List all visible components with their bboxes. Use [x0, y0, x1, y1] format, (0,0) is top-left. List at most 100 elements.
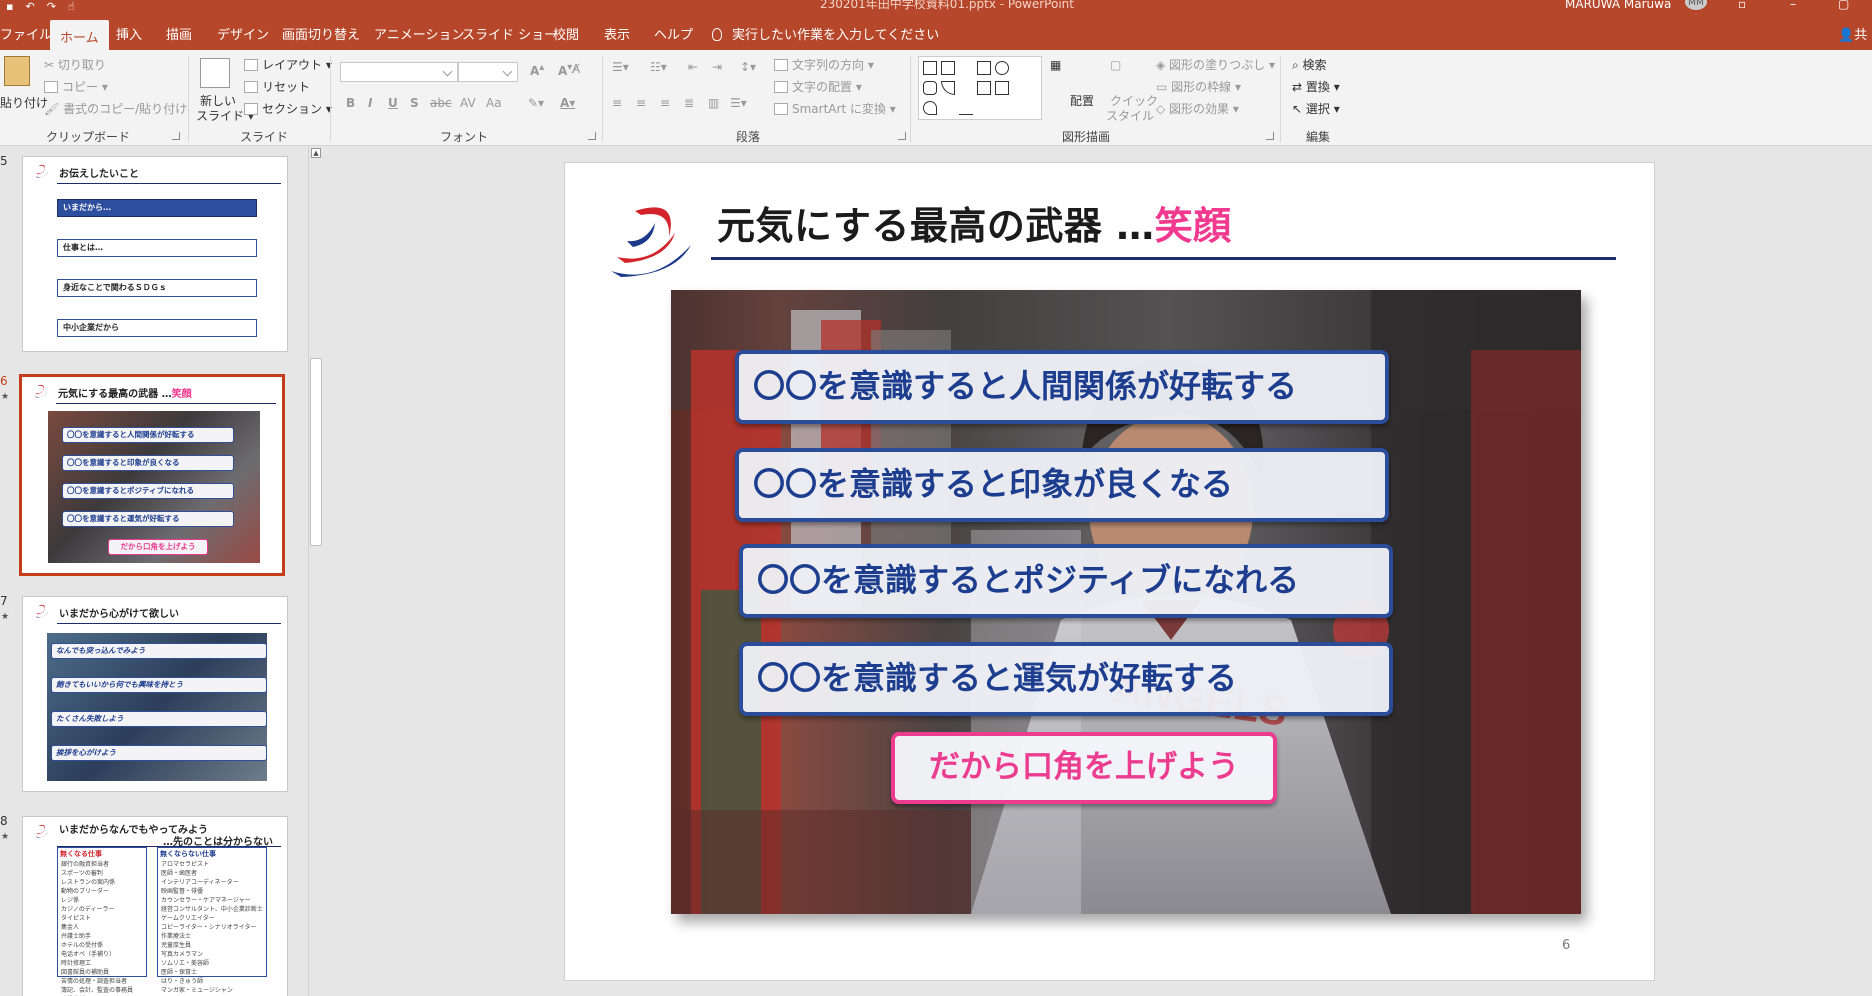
drawing-launcher-icon[interactable] [1266, 132, 1274, 140]
bold-button[interactable]: B [346, 96, 355, 110]
new-slide-icon[interactable] [200, 58, 230, 88]
columns-icon[interactable]: ▥ [708, 96, 719, 110]
cut-button[interactable]: ✂ 切り取り [44, 56, 106, 73]
find-button[interactable]: ⌕ 検索 [1292, 56, 1327, 73]
font-launcher-icon[interactable] [588, 132, 596, 140]
vertical-textbox-shape-icon[interactable] [941, 61, 955, 75]
paragraph-launcher-icon[interactable] [898, 132, 906, 140]
slide-title[interactable]: 元気にする最高の武器 …笑顔 [717, 195, 1232, 250]
format-painter-button[interactable]: 🖌 書式のコピー/貼り付け [44, 100, 187, 117]
triangle-shape-icon[interactable] [941, 81, 955, 95]
freeform-shape-icon[interactable] [923, 101, 937, 115]
slide-thumbnail-8[interactable]: いまだからなんでもやってみよう …先のことは分からない 無くなる仕事 銀行の融資… [22, 816, 288, 996]
align-left-icon[interactable]: ≡ [612, 96, 622, 110]
align-text-button[interactable]: 文字の配置 ▾ [774, 78, 862, 95]
arrow-down-shape-icon[interactable] [995, 81, 1009, 95]
reset-button[interactable]: リセット [244, 78, 310, 95]
text-direction-button[interactable]: 文字列の方向 ▾ [774, 56, 874, 73]
arrow-right-shape-icon[interactable] [977, 81, 991, 95]
shape-effects-button[interactable]: ◇ 図形の効果 ▾ [1156, 100, 1239, 117]
point-item-1[interactable]: 〇〇を意識すると人間関係が好転する [735, 350, 1389, 424]
oval-shape-icon[interactable] [995, 61, 1009, 75]
clipboard-launcher-icon[interactable] [172, 132, 180, 140]
tab-transitions[interactable]: 画面切り替え [282, 24, 360, 43]
bullets-icon[interactable]: ☰▾ [612, 60, 629, 74]
clear-format-icon[interactable]: A̸ [572, 62, 580, 76]
replace-button[interactable]: ⇄ 置換 ▾ [1292, 78, 1340, 95]
shadow-button[interactable]: S [410, 96, 419, 110]
avatar[interactable]: MM [1685, 0, 1707, 10]
slide-thumbnail-7[interactable]: いまだから心がけて欲しい なんでも突っ込んでみよう 飽きてもいいから何でも興味を… [22, 596, 288, 792]
quick-styles-label-2[interactable]: スタイル [1106, 107, 1154, 124]
thumbnail-scrollbar[interactable] [308, 146, 324, 996]
distributed-icon[interactable]: ☰▾ [730, 96, 747, 110]
change-case-button[interactable]: Aa [486, 96, 502, 110]
italic-button[interactable]: I [368, 96, 372, 110]
scroll-up-icon[interactable]: ▲ [311, 148, 321, 158]
conclusion-item[interactable]: だから口角を上げよう [891, 732, 1277, 804]
curve-shape-icon[interactable] [959, 101, 973, 115]
slide-thumbnail-5[interactable]: お伝えしたいこと いまだから… 仕事とは… 身近なことで関わるＳＤＧｓ 中小企業… [22, 156, 288, 352]
section-button[interactable]: セクション ▾ [244, 100, 332, 117]
tab-insert[interactable]: 挿入 [116, 24, 142, 43]
align-right-icon[interactable]: ≡ [660, 96, 670, 110]
tab-animations[interactable]: アニメーション [374, 24, 464, 43]
share-button[interactable]: 👤共 [1838, 24, 1867, 43]
increase-indent-icon[interactable]: ⇥ [712, 60, 722, 74]
strikethrough-button[interactable]: abc [430, 96, 452, 110]
tab-slideshow[interactable]: スライド ショー [462, 24, 557, 43]
layout-button[interactable]: レイアウト ▾ [244, 56, 332, 73]
point-item-4[interactable]: 〇〇を意識すると運気が好転する [739, 642, 1393, 716]
font-size-combo[interactable] [458, 62, 518, 82]
justify-icon[interactable]: ≣ [684, 96, 694, 110]
save-icon[interactable]: ▪ [6, 0, 13, 14]
shrink-font-icon[interactable]: A▾ [558, 62, 572, 78]
slide-photo[interactable]: ANGELS 〇〇を意識すると人間関係が好転する 〇〇を意識すると印象が良くなる… [671, 290, 1581, 914]
tell-me-search[interactable]: 実行したい作業を入力してください [712, 24, 939, 43]
numbering-icon[interactable]: ☷▾ [650, 60, 667, 74]
textbox-shape-icon[interactable] [923, 61, 937, 75]
arrange-icon[interactable]: ▦ [1050, 58, 1061, 72]
scrollbar-thumb[interactable] [310, 358, 322, 546]
slide-canvas[interactable]: 元気にする最高の武器 …笑顔 〇〇を意識すると人間関係が好転する 〇〇を意識する… [564, 162, 1655, 981]
undo-icon[interactable]: ↶ [25, 0, 34, 14]
rectangle-shape-icon[interactable] [977, 61, 991, 75]
rounded-rect-shape-icon[interactable] [923, 81, 937, 95]
point-item-3[interactable]: 〇〇を意識するとポジティブになれる [739, 544, 1393, 618]
page-number: 6 [1562, 938, 1571, 953]
underline-button[interactable]: U [388, 96, 398, 110]
shape-fill-button[interactable]: ◈ 図形の塗りつぶし ▾ [1156, 56, 1275, 73]
font-color-icon[interactable]: A▾ [560, 96, 575, 110]
paste-button[interactable] [0, 56, 34, 92]
char-spacing-button[interactable]: AV [460, 96, 476, 110]
tab-view[interactable]: 表示 [604, 24, 630, 43]
tab-help[interactable]: ヘルプ [654, 24, 693, 43]
copy-button[interactable]: コピー ▾ [44, 78, 108, 95]
ribbon-display-icon[interactable]: ▫ [1738, 0, 1746, 11]
thumbnail-item-pink: だから口角を上げよう [108, 539, 208, 555]
tab-design[interactable]: デザイン [217, 24, 269, 43]
align-center-icon[interactable]: ≡ [636, 96, 646, 110]
point-item-2[interactable]: 〇〇を意識すると印象が良くなる [735, 448, 1389, 522]
decrease-indent-icon[interactable]: ⇤ [688, 60, 698, 74]
touch-mode-icon[interactable]: ☝ [68, 0, 75, 14]
smartart-button[interactable]: SmartArt に変換 ▾ [774, 100, 896, 117]
quick-styles-icon[interactable]: ▢ [1110, 58, 1121, 72]
shape-outline-button[interactable]: ▭ 図形の枠線 ▾ [1156, 78, 1241, 95]
font-family-combo[interactable] [340, 62, 458, 82]
user-name[interactable]: MARUWA Maruwa [1565, 0, 1671, 11]
grow-font-icon[interactable]: A▴ [530, 62, 544, 78]
tab-file[interactable]: ファイル [0, 24, 52, 43]
slide-thumbnail-panel[interactable]: 5 お伝えしたいこと いまだから… 仕事とは… 身近なことで関わるＳＤＧｓ 中小… [0, 146, 312, 996]
tab-draw[interactable]: 描画 [166, 24, 192, 43]
line-spacing-icon[interactable]: ↕▾ [740, 60, 756, 74]
maximize-icon[interactable]: ▢ [1838, 0, 1849, 11]
arrange-button[interactable]: 配置 [1070, 92, 1094, 109]
highlight-icon[interactable]: ✎▾ [528, 96, 544, 110]
shape-gallery[interactable] [918, 56, 1042, 120]
redo-icon[interactable]: ↷ [47, 0, 56, 14]
tab-review[interactable]: 校閲 [553, 24, 579, 43]
minimize-icon[interactable]: – [1790, 0, 1796, 11]
select-button[interactable]: ↖ 選択 ▾ [1292, 100, 1340, 117]
slide-thumbnail-6[interactable]: 元気にする最高の武器 …笑顔 〇〇を意識すると人間関係が好転する 〇〇を意識する… [19, 374, 285, 576]
